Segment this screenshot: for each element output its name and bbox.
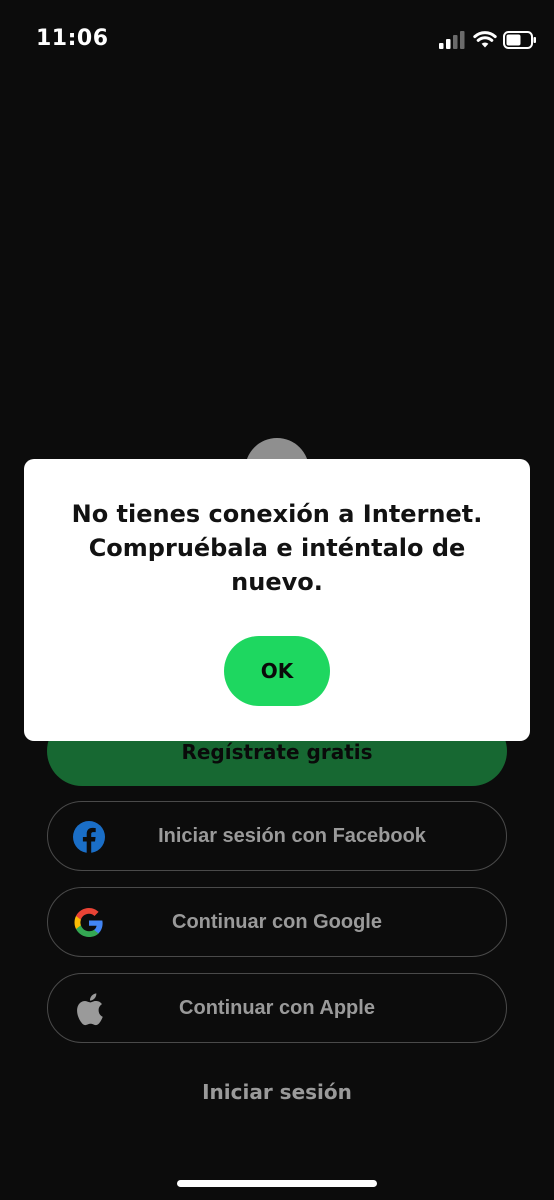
battery-icon <box>503 31 536 49</box>
cellular-signal-icon <box>439 31 465 49</box>
google-login-button[interactable]: Continuar con Google <box>47 887 507 957</box>
home-indicator[interactable] <box>177 1180 377 1187</box>
facebook-icon <box>72 820 106 854</box>
ok-button[interactable]: OK <box>224 636 330 706</box>
signup-button-label: Regístrate gratis <box>181 740 373 764</box>
status-time: 11:06 <box>36 26 109 51</box>
facebook-login-button[interactable]: Iniciar sesión con Facebook <box>47 801 507 871</box>
alert-message: No tienes conexión a Internet. Compruéba… <box>71 500 483 596</box>
wifi-icon <box>473 31 497 48</box>
google-icon <box>72 906 106 940</box>
status-bar: 11:06 <box>0 0 554 80</box>
ok-button-label: OK <box>260 659 294 683</box>
apple-icon <box>72 992 106 1026</box>
facebook-login-label: Iniciar sesión con Facebook <box>158 824 426 847</box>
login-link[interactable]: Iniciar sesión <box>0 1080 554 1104</box>
apple-login-button[interactable]: Continuar con Apple <box>47 973 507 1043</box>
no-internet-alert: No tienes conexión a Internet. Compruéba… <box>24 459 530 741</box>
login-screen: 11:06 Regístrate gratis Iniciar sesión c… <box>0 0 554 1200</box>
google-login-label: Continuar con Google <box>172 910 382 933</box>
apple-login-label: Continuar con Apple <box>179 996 375 1019</box>
